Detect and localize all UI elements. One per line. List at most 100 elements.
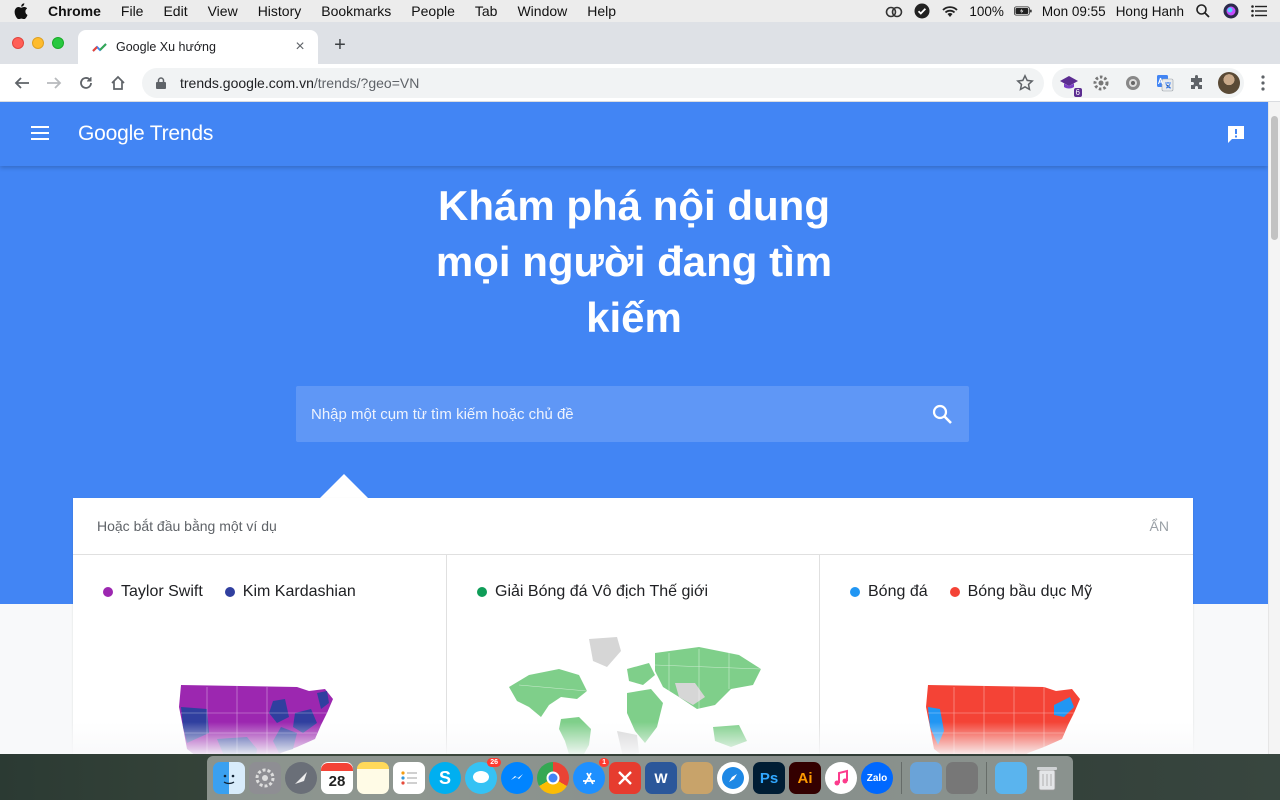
menu-help[interactable]: Help [587, 3, 616, 19]
search-icon[interactable] [931, 403, 953, 425]
messages-icon[interactable]: 26 [465, 758, 501, 794]
illustrator-icon[interactable]: Ai [789, 762, 821, 794]
zalo-label: Zalo [866, 772, 888, 784]
preview-icon[interactable] [910, 762, 942, 794]
dock-separator [901, 762, 902, 794]
menu-file[interactable]: File [121, 3, 144, 19]
legend-label: Taylor Swift [121, 583, 203, 600]
launchpad-icon[interactable] [285, 762, 317, 794]
close-tab-icon[interactable]: × [292, 39, 308, 55]
safari-icon[interactable] [717, 762, 749, 794]
minimize-window-button[interactable] [32, 37, 44, 49]
menu-bookmarks[interactable]: Bookmarks [321, 3, 391, 19]
skype-icon[interactable]: S [429, 762, 461, 794]
dock-separator [986, 762, 987, 794]
headline-line-2: mọi người đang tìm [435, 238, 833, 285]
legend-dot-american-football [949, 587, 960, 597]
browser-tab-active[interactable]: Google Xu hướng × [78, 30, 318, 64]
page-scrollbar[interactable] [1268, 102, 1280, 754]
menubar-user[interactable]: Hong Hanh [1116, 4, 1184, 19]
creative-cloud-icon[interactable] [885, 2, 903, 20]
battery-percent: 100% [969, 3, 1004, 19]
zoom-window-button[interactable] [52, 37, 64, 49]
headline-line-1: Khám phá nội dung [438, 182, 830, 229]
contacts-icon[interactable] [681, 762, 713, 794]
notification-center-icon[interactable] [1250, 2, 1268, 20]
menu-history[interactable]: History [258, 3, 302, 19]
zalo-icon[interactable]: Zalo [861, 762, 893, 794]
extensions-puzzle-icon[interactable] [1186, 72, 1208, 94]
apple-icon[interactable] [14, 3, 28, 19]
card-2-legend: Giải Bóng đá Vô địch Thế giới [477, 583, 730, 601]
extension-graduation-icon[interactable]: 6 [1058, 72, 1082, 97]
extension-settings-icon[interactable] [1122, 72, 1144, 94]
chrome-icon[interactable] [537, 762, 569, 794]
url-path: /trends/?geo=VN [313, 75, 420, 91]
google-translate-icon[interactable] [1154, 72, 1176, 94]
google-trends-logo[interactable]: Google Trends [78, 122, 213, 146]
close-window-button[interactable] [12, 37, 24, 49]
legend-dot-taylor-swift [103, 587, 113, 597]
hamburger-menu-icon[interactable] [30, 124, 50, 142]
battery-icon[interactable] [1013, 2, 1032, 20]
siri-icon[interactable] [1222, 2, 1240, 20]
finder-icon[interactable] [213, 762, 245, 794]
photoshop-icon[interactable]: Ps [753, 762, 785, 794]
menu-window[interactable]: Window [517, 3, 567, 19]
messenger-icon[interactable] [501, 762, 533, 794]
menu-view[interactable]: View [208, 3, 238, 19]
legend-label: Bóng đá [868, 583, 928, 600]
menu-tab[interactable]: Tab [475, 3, 498, 19]
hide-examples-button[interactable]: ẨN [1150, 518, 1169, 534]
bookmark-star-icon[interactable] [1016, 74, 1034, 92]
new-tab-icon[interactable]: + [330, 35, 350, 56]
headline-line-3: kiếm [586, 294, 682, 341]
explore-search-input[interactable] [296, 386, 916, 442]
menu-app-name[interactable]: Chrome [48, 3, 101, 19]
messages-badge: 26 [487, 758, 501, 767]
lock-icon[interactable] [154, 76, 168, 90]
profile-avatar[interactable] [1218, 72, 1240, 94]
bottom-fade [0, 722, 1268, 754]
home-icon[interactable] [108, 73, 128, 93]
app-store-icon[interactable]: 1 [573, 758, 609, 794]
address-bar[interactable]: trends.google.com.vn/trends/?geo=VN [142, 68, 1044, 98]
legend-dot-world-cup [477, 587, 487, 597]
feedback-icon[interactable] [1226, 124, 1246, 144]
explore-search-box [296, 386, 969, 442]
menu-edit[interactable]: Edit [163, 3, 187, 19]
check-shield-icon[interactable] [913, 2, 931, 20]
examples-panel: Hoặc bắt đầu bằng một ví dụ ẨN Taylor Sw… [73, 498, 1193, 754]
reload-icon[interactable] [76, 73, 96, 93]
legend-label: Bóng bầu dục Mỹ [967, 583, 1093, 600]
back-arrow-icon[interactable] [12, 73, 32, 93]
downloads-folder-icon[interactable] [995, 762, 1027, 794]
browser-menu-icon[interactable] [1260, 74, 1266, 92]
legend-label: Kim Kardashian [242, 583, 356, 600]
notes-icon[interactable] [357, 762, 389, 794]
xmind-icon[interactable] [609, 762, 641, 794]
menubar-clock[interactable]: Mon 09:55 [1042, 4, 1106, 19]
extension-gear-icon[interactable] [1090, 72, 1112, 94]
skype-label: S [438, 767, 451, 788]
trash-icon[interactable] [1031, 762, 1063, 794]
calendar-icon[interactable]: 28 [321, 762, 353, 794]
extensions-area: 6 [1052, 68, 1244, 98]
spotlight-search-icon[interactable] [1194, 2, 1212, 20]
calculator-icon[interactable] [946, 762, 978, 794]
wifi-icon[interactable] [941, 2, 959, 20]
reminders-icon[interactable] [393, 762, 425, 794]
macos-menubar: Chrome File Edit View History Bookmarks … [0, 0, 1280, 22]
tab-strip: Google Xu hướng × + [0, 22, 1280, 64]
card-1-legend: Taylor Swift Kim Kardashian [103, 583, 378, 601]
scrollbar-thumb[interactable] [1271, 116, 1278, 240]
examples-title: Hoặc bắt đầu bằng một ví dụ [97, 518, 277, 534]
forward-arrow-icon[interactable] [44, 73, 64, 93]
word-icon[interactable]: W [645, 762, 677, 794]
itunes-icon[interactable] [825, 762, 857, 794]
legend-dot-kim-kardashian [224, 587, 235, 597]
app-store-badge: 1 [599, 758, 609, 767]
system-preferences-icon[interactable] [249, 762, 281, 794]
menu-people[interactable]: People [411, 3, 455, 19]
trends-favicon-icon [92, 43, 107, 52]
